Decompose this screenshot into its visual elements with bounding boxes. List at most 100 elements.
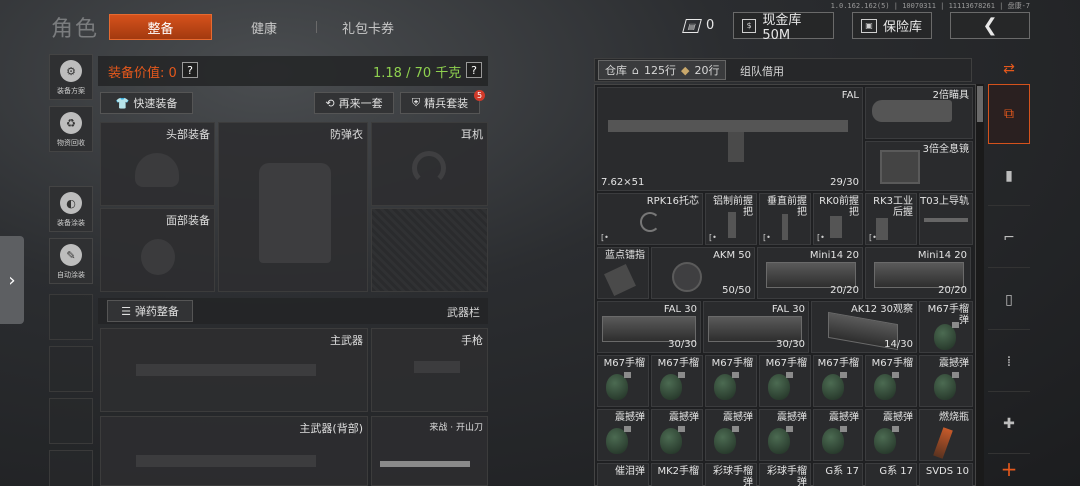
item-m67[interactable]: M67手榴 <box>813 355 863 407</box>
ticket-counter[interactable]: ▤ 0 <box>676 12 722 39</box>
tab-health[interactable]: 健康 <box>220 14 308 40</box>
slot-melee[interactable]: 来战 · 开山刀 <box>371 416 488 486</box>
item-flashbang[interactable]: 震撼弹 <box>597 409 649 461</box>
grenade-icon <box>606 426 631 454</box>
grenade-icon <box>934 372 959 400</box>
quick-equip-button[interactable]: 👕 快速装备 <box>100 92 193 114</box>
category-ammo-icon[interactable]: ⁞ <box>988 332 1030 392</box>
item-name: 彩球手榴弹 <box>713 466 753 486</box>
back-button[interactable]: ❮ <box>950 12 1030 39</box>
item-rk3-grip[interactable]: RK3工业后握 [• <box>865 193 917 245</box>
sidebar-item-paint[interactable]: ◐ 装备涂装 <box>49 186 93 232</box>
tab-team-borrow[interactable]: 组队借用 <box>740 63 784 79</box>
sidebar-item-auto-paint[interactable]: ✎ 自动涂装 <box>49 238 93 284</box>
item-mini14-b[interactable]: Mini14 20 20/20 <box>865 247 971 299</box>
sidebar-label: 装备涂装 <box>57 219 85 227</box>
item-count: 29/30 <box>830 177 859 188</box>
help-icon[interactable]: ? <box>466 62 482 78</box>
paint-icon: ◐ <box>60 192 82 214</box>
help-icon[interactable]: ? <box>182 62 198 78</box>
item-3x-holo[interactable]: 3倍全息镜 <box>865 141 973 191</box>
item-blue-pad[interactable]: 蓝点镭指 <box>597 247 649 299</box>
tab-loadout[interactable]: 整备 <box>109 14 212 40</box>
ammo-equip-button[interactable]: ☰ 弹药整备 <box>107 300 193 322</box>
category-attachment-icon[interactable]: ✚ <box>988 394 1030 454</box>
item-aluminum-grip[interactable]: 铝制前握把 [• <box>705 193 757 245</box>
item-2x-scope[interactable]: 2倍瞄具 <box>865 87 973 139</box>
item-m67[interactable]: M67手榴 <box>865 355 917 407</box>
slot-headset[interactable]: 耳机 <box>371 122 488 206</box>
item-name: FAL <box>841 90 859 101</box>
item-m67[interactable]: M67手榴 <box>651 355 703 407</box>
expand-panel-handle[interactable]: › <box>0 236 24 324</box>
item-name: 震撼弹 <box>829 412 859 423</box>
sidebar-label: 装备方案 <box>57 87 85 95</box>
slot-face[interactable]: 面部装备 <box>100 208 215 292</box>
sidebar-item-loadout-plan[interactable]: ⚙ 装备方案 <box>49 54 93 100</box>
tab-separator <box>316 21 317 33</box>
item-m67[interactable]: M67手榴弹 <box>919 301 973 353</box>
item-fal30-b[interactable]: FAL 30 30/30 <box>703 301 809 353</box>
item-m67[interactable]: M67手榴 <box>759 355 811 407</box>
item-flashbang[interactable]: 震撼弹 <box>759 409 811 461</box>
item-ak12[interactable]: AK12 30观察 14/30 <box>811 301 917 353</box>
item-rk0-grip[interactable]: RK0前握把 [• <box>813 193 863 245</box>
safe-button[interactable]: ▣ 保险库 <box>852 12 932 39</box>
category-sort-icon[interactable]: ⇄ <box>988 56 1030 82</box>
item-flashbang[interactable]: 震撼弹 <box>813 409 863 461</box>
item-paintball[interactable]: 彩球手榴弹 <box>759 463 811 486</box>
item-tear-gas[interactable]: 催泪弹 <box>597 463 649 486</box>
item-paintball[interactable]: 彩球手榴弹 <box>705 463 757 486</box>
item-rpk-stock[interactable]: RPK16托芯 [• <box>597 193 703 245</box>
slot-head[interactable]: 头部装备 <box>100 122 215 206</box>
mark-icon: [• <box>709 233 717 242</box>
slot-primary-weapon[interactable]: 主武器 <box>100 328 368 412</box>
item-m67[interactable]: M67手榴 <box>597 355 649 407</box>
item-name: SVDS 10 <box>925 466 969 477</box>
item-name: M67手榴 <box>817 358 859 369</box>
add-icon[interactable]: + <box>988 454 1030 484</box>
item-svds[interactable]: SVDS 10 <box>919 463 973 486</box>
tab-gift-coupons[interactable]: 礼包卡券 <box>326 14 410 40</box>
elite-set-button[interactable]: ⛨ 精兵套装 <box>400 92 480 114</box>
item-incendiary[interactable]: 燃烧瓶 <box>919 409 973 461</box>
item-flashbang[interactable]: 震撼弹 <box>705 409 757 461</box>
category-rifle-icon[interactable]: ⌐ <box>988 208 1030 268</box>
item-fal30-a[interactable]: FAL 30 30/30 <box>597 301 701 353</box>
warehouse-tickets: 20行 <box>694 64 720 77</box>
equip-value: 装备价值: 0 <box>108 66 177 81</box>
scrollbar-thumb[interactable] <box>977 86 983 122</box>
item-akm50[interactable]: AKM 50 50/50 <box>651 247 755 299</box>
category-all-icon[interactable]: ⧉ <box>988 84 1030 144</box>
cash-vault-button[interactable]: $ 现金库 50M <box>733 12 834 43</box>
tab-warehouse[interactable]: 仓库 ⌂ 125行 ◆ 20行 <box>598 60 727 80</box>
warehouse-scrollbar[interactable] <box>976 84 984 486</box>
slot-pistol[interactable]: 手枪 <box>371 328 488 412</box>
item-fal[interactable]: FAL 7.62×51 29/30 <box>597 87 863 191</box>
item-vertical-grip[interactable]: 垂直前握把 [• <box>759 193 811 245</box>
grenade-icon <box>874 426 899 454</box>
category-armor-icon[interactable]: ▮ <box>988 146 1030 206</box>
item-m67[interactable]: M67手榴 <box>705 355 757 407</box>
item-flashbang[interactable]: 震撼弹 <box>865 409 917 461</box>
slot-armor[interactable]: 防弹衣 <box>218 122 368 292</box>
again-button[interactable]: ⟲ 再来一套 <box>314 92 394 114</box>
item-ammo-type: 7.62×51 <box>601 177 645 188</box>
item-mk2[interactable]: MK2手榴 <box>651 463 703 486</box>
item-t03-rail[interactable]: T03上导轨 <box>919 193 973 245</box>
item-flashbang[interactable]: 震撼弹 <box>651 409 703 461</box>
item-g17[interactable]: G系 17 <box>865 463 917 486</box>
item-flashbang[interactable]: 震撼弹 <box>919 355 973 407</box>
item-name: 震撼弹 <box>723 412 753 423</box>
item-name: Mini14 20 <box>809 250 859 261</box>
sidebar-item-recycle[interactable]: ♻ 物资回收 <box>49 106 93 152</box>
elite-set-label: 精兵套装 <box>424 97 469 110</box>
category-magazine-icon[interactable]: ▯ <box>988 270 1030 330</box>
ammo-equip-label: 弹药整备 <box>134 305 179 318</box>
item-name: M67手榴 <box>711 358 753 369</box>
item-count: 14/30 <box>884 339 913 350</box>
item-g17[interactable]: G系 17 <box>813 463 863 486</box>
item-mini14-a[interactable]: Mini14 20 20/20 <box>757 247 863 299</box>
slot-primary-back[interactable]: 主武器(背部) <box>100 416 368 486</box>
chevron-left-icon: ❮ <box>982 15 998 36</box>
